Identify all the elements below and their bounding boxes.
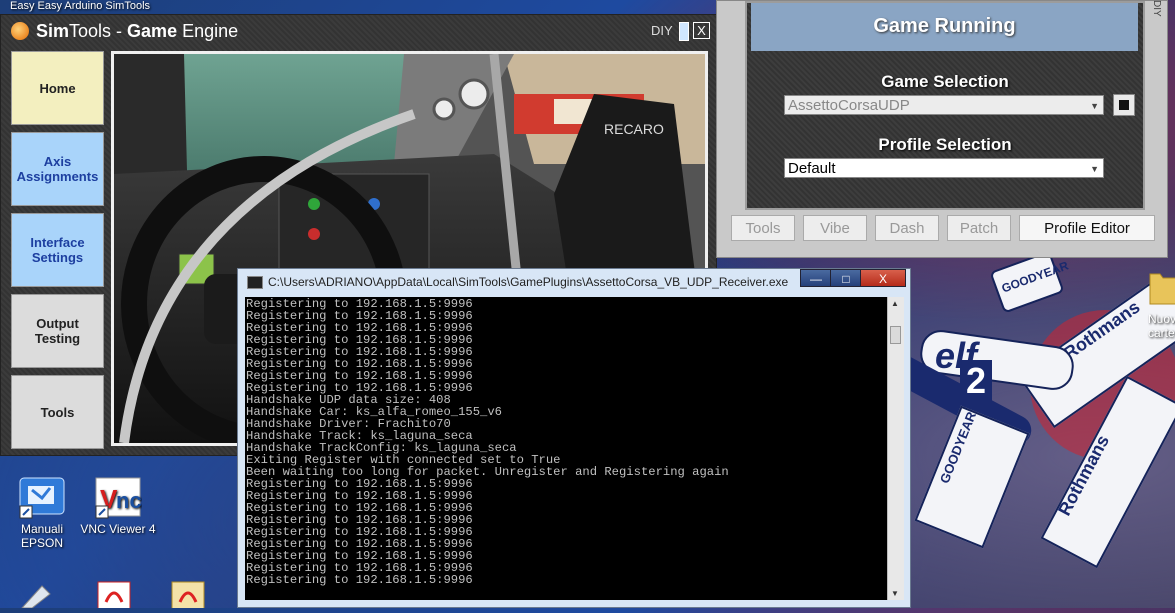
tab-vibe[interactable]: Vibe [803,215,867,241]
profile-editor-button[interactable]: Profile Editor [1019,215,1155,241]
nav-label: Output Testing [34,316,81,346]
console-icon [247,276,263,289]
nav-label: Interface Settings [30,235,85,265]
car-number-text: 2 [960,360,993,402]
title-tools: Tools - [69,21,128,41]
profile-selection-label: Profile Selection [878,135,1012,154]
nav-home-button[interactable]: Home [11,51,104,125]
pdf-file-icon[interactable] [96,580,134,611]
stop-game-button[interactable] [1113,94,1135,116]
nav-output-testing-button[interactable]: Output Testing [11,294,104,368]
close-button[interactable]: X [693,22,710,39]
console-scrollbar[interactable]: ▲ ▼ [887,297,904,600]
diy-toggle-button[interactable] [679,22,689,41]
scroll-down-arrow-icon[interactable]: ▼ [891,589,899,598]
title-game: Game [127,21,178,41]
game-status-banner: Game Running [751,3,1138,51]
scroll-up-arrow-icon[interactable]: ▲ [891,299,899,308]
console-title: C:\Users\ADRIANO\AppData\Local\SimTools\… [268,275,789,289]
nav-tools-button[interactable]: Tools [11,375,104,449]
console-output[interactable]: Registering to 192.168.1.5:9996 Registeri… [245,297,887,600]
game-selection-dropdown[interactable]: AssettoCorsaUDP ▼ [784,95,1104,115]
maximize-button[interactable]: □ [830,269,862,287]
tab-patch[interactable]: Patch [947,215,1011,241]
epson-manual-icon [18,476,66,520]
nav-interface-settings-button[interactable]: Interface Settings [11,213,104,287]
window-title: SimTools - Game Engine [36,21,238,42]
profile-selection-dropdown[interactable]: Default ▼ [784,158,1104,178]
simtools-title-bar[interactable]: SimTools - Game Engine DIY X [1,15,716,47]
desktop-top-icon-labels: Easy Easy Arduino SimTools [10,0,151,12]
game-settings-area: Game Running Game Selection AssettoCorsa… [745,1,1145,210]
chevron-down-icon: ▼ [1090,164,1099,174]
nav-label: Tools [40,404,75,420]
console-window: C:\Users\ADRIANO\AppData\Local\SimTools\… [237,268,911,608]
folder-icon [1148,266,1175,310]
tab-tools[interactable]: Tools [731,215,795,241]
nav-label: Axis Assignments [16,154,99,184]
simtools-logo-icon [11,22,29,40]
console-lines: Registering to 192.168.1.5:9996 Registeri… [246,298,729,586]
scrollbar-thumb[interactable] [890,326,901,344]
desktop-icon-label: Manuali EPSON [20,522,64,550]
desktop-icon-partial-1[interactable] [18,584,54,609]
desktop-icon-new-folder[interactable]: Nuova carte [1140,266,1175,340]
diy-label: DIY [651,23,673,38]
title-engine: Engine [177,21,239,41]
console-title-bar[interactable]: C:\Users\ADRIANO\AppData\Local\SimTools\… [238,269,910,293]
chevron-down-icon: ▼ [1090,101,1099,111]
desktop-icon-label: VNC Viewer 4 [80,522,156,536]
desktop-icon-label: Nuova carte [1148,312,1175,340]
game-engine-panel: Game Running Game Selection AssettoCorsa… [716,0,1168,258]
console-close-button[interactable]: X [860,269,906,287]
minimize-button[interactable]: — [800,269,832,287]
desktop-icon-epson[interactable]: Manuali EPSON [2,476,82,550]
game-selection-value: AssettoCorsaUDP [788,97,910,114]
nav-label: Home [39,80,76,96]
pdf-file-icon-2[interactable] [170,580,208,611]
profile-selection-value: Default [788,160,836,177]
svg-text:nc: nc [116,488,142,513]
tab-dash[interactable]: Dash [875,215,939,241]
vnc-viewer-icon: Vnc [94,476,142,520]
seat-brand-text: RECARO [604,121,664,137]
wallpaper-race-car: GOODYEAR Rothmans elf 2 GOODYEAR Rothman… [880,250,1175,608]
console-line: Registering to 192.168.1.5:9996 [246,573,473,587]
title-sim: Sim [36,21,70,41]
game-selection-label: Game Selection [881,72,1009,91]
nav-axis-assignments-button[interactable]: Axis Assignments [11,132,104,206]
side-diy-label: DIY [1151,0,1162,17]
desktop-icon-vnc[interactable]: Vnc VNC Viewer 4 [78,476,158,536]
stop-icon [1119,100,1129,110]
